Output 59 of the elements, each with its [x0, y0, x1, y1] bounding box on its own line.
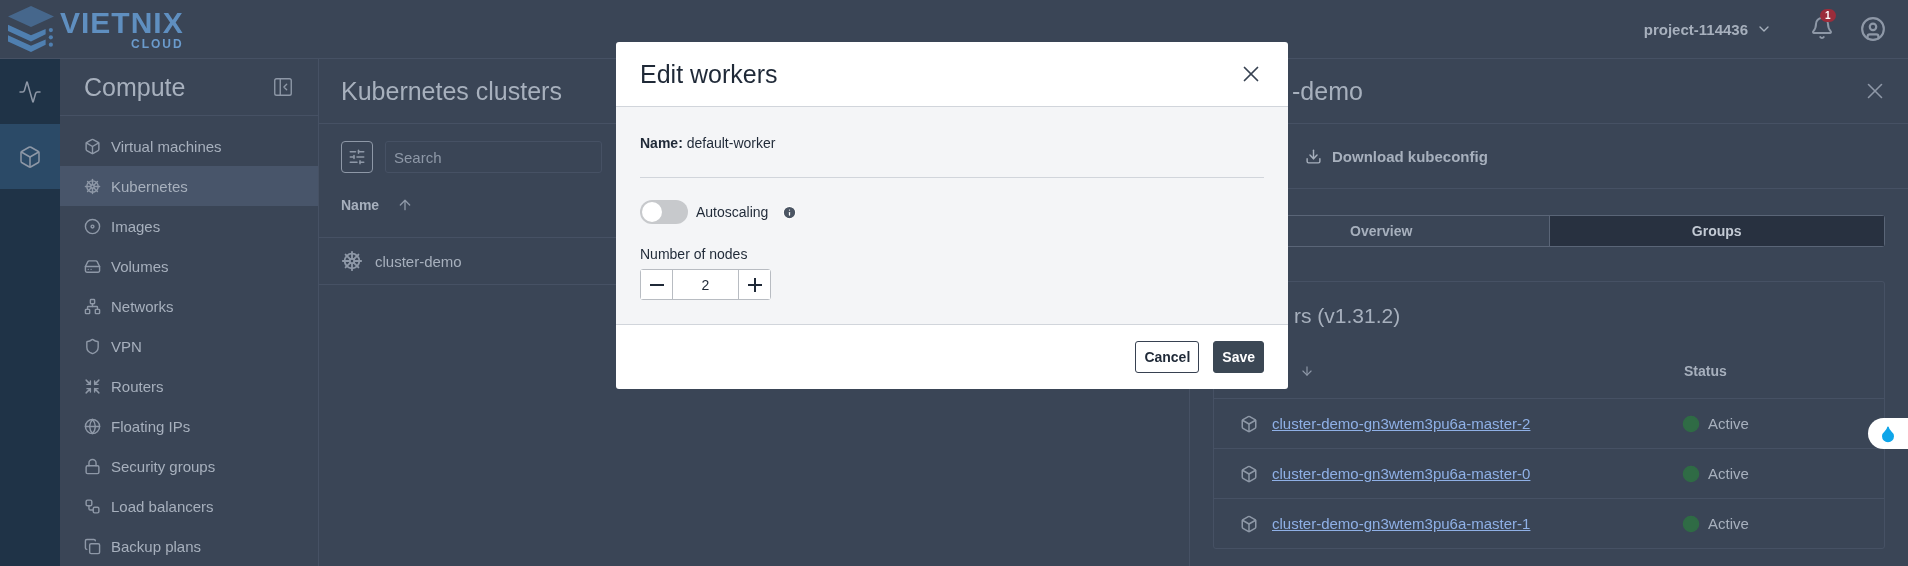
- cube-icon: [84, 137, 101, 155]
- card-title: rs (v1.31.2): [1293, 303, 1402, 329]
- sort-down-icon[interactable]: [1300, 364, 1314, 378]
- lock-icon: [84, 457, 101, 475]
- user-icon[interactable]: [1860, 16, 1886, 42]
- hierarchy-icon: [84, 497, 101, 515]
- assistant-button[interactable]: [1868, 418, 1908, 449]
- cube-icon: [1240, 514, 1258, 533]
- save-button[interactable]: Save: [1213, 341, 1264, 373]
- collapse-sidebar-icon[interactable]: [272, 76, 294, 98]
- node-link[interactable]: cluster-demo-gn3wtem3pu6a-master-0: [1272, 465, 1682, 482]
- globe-icon: [84, 417, 101, 435]
- worker-name: Name: default-worker: [640, 135, 777, 151]
- filter-button[interactable]: [341, 141, 373, 173]
- toggle-label: Autoscaling: [696, 204, 769, 220]
- dialog-title: Edit workers: [640, 59, 778, 89]
- shield-icon: [84, 337, 101, 355]
- disc-icon: [84, 217, 101, 235]
- droplet-icon: [1879, 424, 1897, 443]
- field-label: Number of nodes: [640, 246, 749, 262]
- project-selector[interactable]: project-114436: [1639, 16, 1776, 42]
- copy-icon: [84, 537, 101, 555]
- download-button[interactable]: Download kubeconfig: [1305, 147, 1488, 165]
- status-text: Active: [1708, 465, 1749, 482]
- autoscaling-toggle[interactable]: [640, 200, 688, 224]
- drive-icon: [84, 257, 101, 275]
- node-link[interactable]: cluster-demo-gn3wtem3pu6a-master-1: [1272, 515, 1682, 532]
- cube-icon: [1240, 464, 1258, 483]
- number-stepper[interactable]: 2: [640, 269, 771, 300]
- pulse-icon: [18, 79, 42, 104]
- node-link[interactable]: cluster-demo-gn3wtem3pu6a-master-2: [1272, 415, 1682, 432]
- status-text: Active: [1708, 415, 1749, 432]
- plus-icon: [747, 277, 762, 292]
- drawer-title: -demo: [1292, 76, 1363, 106]
- info-icon[interactable]: [782, 204, 798, 220]
- minus-icon: [649, 283, 664, 286]
- status-text: Active: [1708, 515, 1749, 532]
- sidebar-item[interactable]: Kubernetes: [60, 166, 318, 206]
- table-cell: cluster-demo: [375, 252, 462, 270]
- sidebar-title: Compute: [84, 72, 186, 102]
- search-field[interactable]: Search: [385, 141, 602, 173]
- column-header: Status: [1684, 363, 1727, 379]
- column-header[interactable]: Name: [341, 197, 380, 213]
- cancel-button[interactable]: Cancel: [1135, 341, 1200, 373]
- tab[interactable]: Groups: [1548, 216, 1884, 246]
- logo-name: VIETNIX: [60, 8, 184, 38]
- logo-icon: [8, 6, 54, 52]
- download-icon: [1305, 147, 1322, 165]
- page-title: Kubernetes clusters: [341, 76, 562, 106]
- arrows-icon: [84, 377, 101, 395]
- ship-wheel-icon: [84, 177, 101, 195]
- sliders-icon: [348, 148, 366, 166]
- logo-tagline: CLOUD: [131, 38, 184, 50]
- network-icon: [84, 297, 101, 315]
- cube-icon: [1240, 414, 1258, 433]
- nodes-input[interactable]: 2: [672, 270, 739, 299]
- notification-badge: 1: [1820, 9, 1836, 22]
- cube-icon: [18, 144, 42, 169]
- ship-wheel-icon: [341, 250, 363, 272]
